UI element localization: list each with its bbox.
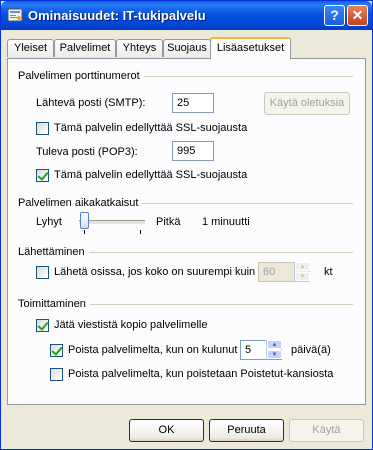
remove-deleted-label: Poista palvelimelta, kun poistetaan Pois… [68, 368, 334, 380]
timeouts-group-label: Palvelimen aikakatkaisut [18, 197, 143, 209]
slider-tick [84, 230, 85, 234]
pop3-port-label: Tuleva posti (POP3): [36, 146, 138, 158]
slider-tick [140, 230, 141, 234]
tab-strip: Yleiset Palvelimet Yhteys Suojaus Lisäas… [7, 37, 367, 59]
remove-after-checkbox[interactable] [50, 344, 63, 357]
spin-up-icon[interactable]: ▲ [267, 340, 282, 349]
window-title: Ominaisuudet: IT-tukipalvelu [28, 8, 206, 23]
tab-connection[interactable]: Yhteys [116, 39, 163, 57]
properties-dialog: Ominaisuudet: IT-tukipalvelu ? ✕ Yleiset… [0, 0, 373, 450]
tab-general[interactable]: Yleiset [7, 39, 54, 57]
ports-group-label: Palvelimen porttinumerot [18, 70, 144, 82]
timeout-short-label: Lyhyt [36, 216, 62, 228]
tab-servers[interactable]: Palvelimet [54, 39, 116, 57]
pop3-ssl-checkbox[interactable] [36, 169, 49, 182]
remove-deleted-checkbox[interactable] [50, 368, 63, 381]
remove-after-days-spinner[interactable]: ▲ ▼ [266, 340, 282, 360]
tab-panel-advanced: Palvelimen porttinumerot Lähtevä posti (… [7, 58, 366, 405]
use-defaults-button[interactable]: Käytä oletuksia [264, 92, 350, 115]
split-size-unit: kt [324, 266, 333, 278]
days-unit-label: päivä(ä) [291, 344, 331, 356]
title-bar[interactable]: Ominaisuudet: IT-tukipalvelu ? ✕ [1, 1, 372, 30]
split-messages-label: Lähetä osissa, jos koko on suurempi kuin [54, 266, 256, 278]
split-size-spinner[interactable]: ▲ ▼ [294, 262, 310, 282]
timeout-slider-thumb[interactable] [80, 212, 89, 229]
keep-copy-checkbox[interactable] [36, 319, 49, 332]
split-messages-checkbox[interactable] [36, 266, 49, 279]
keep-copy-label: Jätä viestistä kopio palvelimelle [54, 319, 208, 331]
spin-up-icon[interactable]: ▲ [295, 262, 310, 271]
smtp-port-label: Lähtevä posti (SMTP): [36, 97, 146, 109]
cancel-button[interactable]: Peruuta [209, 419, 284, 442]
ok-button[interactable]: OK [129, 419, 204, 442]
spin-down-icon[interactable]: ▼ [267, 350, 282, 359]
timeout-long-label: Pitkä [156, 216, 181, 228]
smtp-ssl-checkbox[interactable] [36, 122, 49, 135]
timeout-value-text: 1 minuutti [202, 216, 250, 228]
delivery-group-label: Toimittaminen [18, 298, 90, 310]
tab-advanced[interactable]: Lisäasetukset [210, 37, 291, 59]
smtp-ssl-label: Tämä palvelin edellyttää SSL-suojausta [54, 122, 248, 134]
close-button[interactable]: ✕ [347, 5, 368, 26]
smtp-port-input[interactable]: 25 [172, 93, 214, 113]
pop3-port-input[interactable]: 995 [172, 141, 214, 161]
apply-button[interactable]: Käytä [289, 419, 364, 442]
remove-after-label: Poista palvelimelta, kun on kulunut [68, 344, 238, 356]
sending-group-label: Lähettäminen [18, 246, 89, 258]
help-button[interactable]: ? [324, 5, 345, 26]
pop3-ssl-label: Tämä palvelin edellyttää SSL-suojausta [54, 169, 248, 181]
account-properties-icon [7, 8, 23, 22]
spin-down-icon[interactable]: ▼ [295, 272, 310, 281]
tab-security[interactable]: Suojaus [163, 39, 211, 57]
